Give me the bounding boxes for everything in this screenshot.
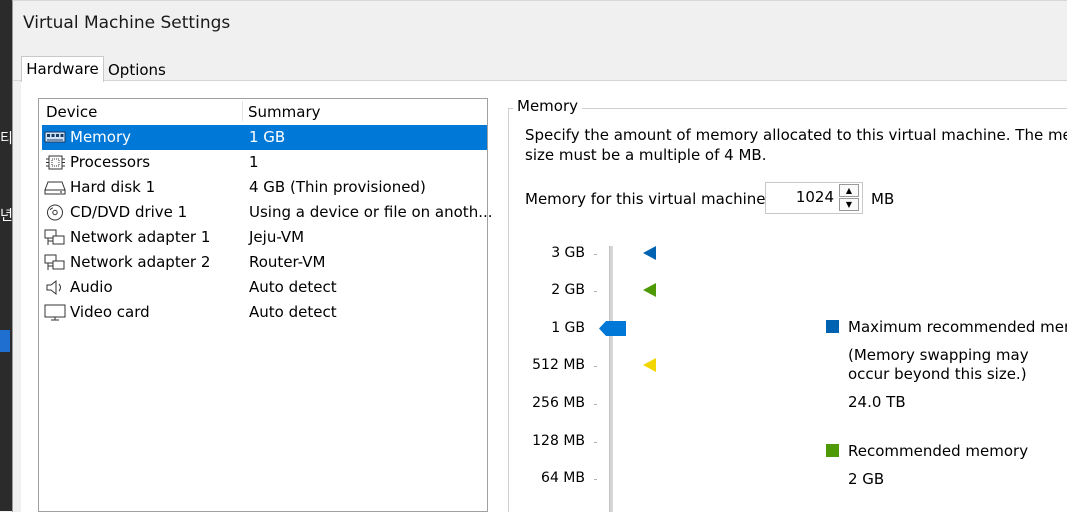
device-name: Hard disk 1 bbox=[70, 178, 156, 196]
column-header-summary[interactable]: Summary bbox=[248, 103, 321, 121]
max-recommended-value: 24.0 TB bbox=[848, 393, 906, 411]
column-header-device[interactable]: Device bbox=[46, 103, 97, 121]
tab-options[interactable]: Options bbox=[104, 59, 167, 81]
memory-unit-label: MB bbox=[871, 190, 895, 208]
memory-icon bbox=[44, 131, 66, 143]
network-adapter-icon bbox=[44, 254, 65, 270]
settings-window: Virtual Machine Settings Hardware Option… bbox=[12, 0, 1067, 512]
memory-field-label: Memory for this virtual machine: bbox=[525, 190, 771, 208]
memory-slider-track[interactable] bbox=[609, 246, 613, 512]
max-recommended-note: (Memory swapping may bbox=[848, 346, 1029, 364]
slider-tick-label: 3 GB bbox=[551, 245, 585, 261]
device-name: Network adapter 1 bbox=[70, 228, 211, 246]
device-list-header: Device Summary bbox=[39, 99, 487, 123]
device-row-audio[interactable]: Audio Auto detect bbox=[42, 275, 487, 300]
device-summary: Auto detect bbox=[249, 278, 337, 296]
max-recommended-marker-icon bbox=[643, 246, 656, 260]
memory-slider-thumb[interactable] bbox=[599, 321, 626, 336]
background-app-highlight bbox=[0, 330, 10, 352]
background-app-strip: 티 년 bbox=[0, 0, 13, 511]
max-recommended-swatch-icon bbox=[826, 320, 839, 333]
device-name: Audio bbox=[70, 278, 113, 296]
slider-tick-label: 128 MB bbox=[532, 433, 585, 449]
device-name: Processors bbox=[70, 153, 151, 171]
device-row-network-adapter-2[interactable]: Network adapter 2 Router-VM bbox=[42, 250, 487, 275]
recommended-marker-icon bbox=[643, 283, 656, 297]
column-divider[interactable] bbox=[242, 101, 243, 121]
device-summary: 1 GB bbox=[249, 128, 286, 146]
hard-disk-icon bbox=[44, 181, 66, 195]
slider-tick-label: 512 MB bbox=[532, 357, 585, 373]
device-summary: Router-VM bbox=[249, 253, 326, 271]
slider-tick-mark bbox=[594, 442, 597, 443]
device-summary: Auto detect bbox=[249, 303, 337, 321]
slider-tick-mark bbox=[594, 366, 597, 367]
spin-up-button[interactable]: ▲ bbox=[839, 184, 859, 197]
device-name: Memory bbox=[70, 128, 132, 146]
recommended-value: 2 GB bbox=[848, 470, 885, 488]
device-summary: Using a device or file on anoth... bbox=[249, 203, 493, 221]
slider-tick-label: 2 GB bbox=[551, 282, 585, 298]
slider-tick-mark bbox=[594, 291, 597, 292]
video-card-icon bbox=[44, 304, 66, 321]
slider-tick-label: 1 GB bbox=[551, 320, 585, 336]
device-row-cd-dvd-drive-1[interactable]: CD/DVD drive 1 Using a device or file on… bbox=[42, 200, 493, 225]
window-title: Virtual Machine Settings bbox=[23, 13, 231, 33]
device-row-processors[interactable]: Processors 1 bbox=[42, 150, 487, 175]
device-summary: 4 GB (Thin provisioned) bbox=[249, 178, 426, 196]
memory-input[interactable]: 1024 bbox=[796, 188, 834, 206]
device-row-video-card[interactable]: Video card Auto detect bbox=[42, 300, 487, 325]
device-row-memory[interactable]: Memory 1 GB bbox=[42, 125, 487, 150]
tab-strip-divider bbox=[13, 80, 1067, 81]
network-adapter-icon bbox=[44, 229, 65, 245]
device-name: CD/DVD drive 1 bbox=[70, 203, 188, 221]
spin-down-button[interactable]: ▼ bbox=[839, 198, 859, 211]
max-recommended-label: Maximum recommended memo bbox=[848, 318, 1067, 336]
background-app-text: 년 bbox=[0, 208, 13, 224]
slider-tick-label: 256 MB bbox=[532, 395, 585, 411]
audio-icon bbox=[46, 279, 61, 296]
slider-tick-mark bbox=[594, 254, 597, 255]
memory-group-title: Memory bbox=[513, 97, 583, 115]
slider-tick-label: 64 MB bbox=[541, 470, 585, 486]
device-summary: Jeju-VM bbox=[249, 228, 305, 246]
slider-tick-mark bbox=[594, 479, 597, 480]
device-name: Video card bbox=[70, 303, 150, 321]
max-recommended-note: occur beyond this size.) bbox=[848, 365, 1027, 383]
background-app-text: 티 bbox=[0, 131, 13, 147]
tab-hardware[interactable]: Hardware bbox=[21, 56, 104, 82]
recommended-label: Recommended memory bbox=[848, 442, 1029, 460]
memory-spinbox[interactable]: 1024 ▲ ▼ bbox=[765, 182, 863, 214]
device-row-hard-disk-1[interactable]: Hard disk 1 4 GB (Thin provisioned) bbox=[42, 175, 487, 200]
recommended-swatch-icon bbox=[826, 444, 839, 457]
memory-description: Specify the amount of memory allocated t… bbox=[525, 125, 1067, 165]
cd-dvd-icon bbox=[47, 204, 63, 221]
guest-minimum-marker-icon bbox=[643, 358, 656, 372]
memory-description-line: Specify the amount of memory allocated t… bbox=[525, 126, 1067, 144]
slider-tick-mark bbox=[594, 404, 597, 405]
memory-description-line: size must be a multiple of 4 MB. bbox=[525, 146, 767, 164]
device-name: Network adapter 2 bbox=[70, 253, 211, 271]
chevron-down-icon: ▼ bbox=[845, 200, 853, 209]
chevron-up-icon: ▲ bbox=[845, 186, 853, 195]
device-row-network-adapter-1[interactable]: Network adapter 1 Jeju-VM bbox=[42, 225, 487, 250]
device-list[interactable]: Device Summary Memory 1 GB Processors 1 bbox=[38, 98, 493, 512]
device-summary: 1 bbox=[249, 153, 259, 171]
processor-icon bbox=[46, 155, 65, 170]
